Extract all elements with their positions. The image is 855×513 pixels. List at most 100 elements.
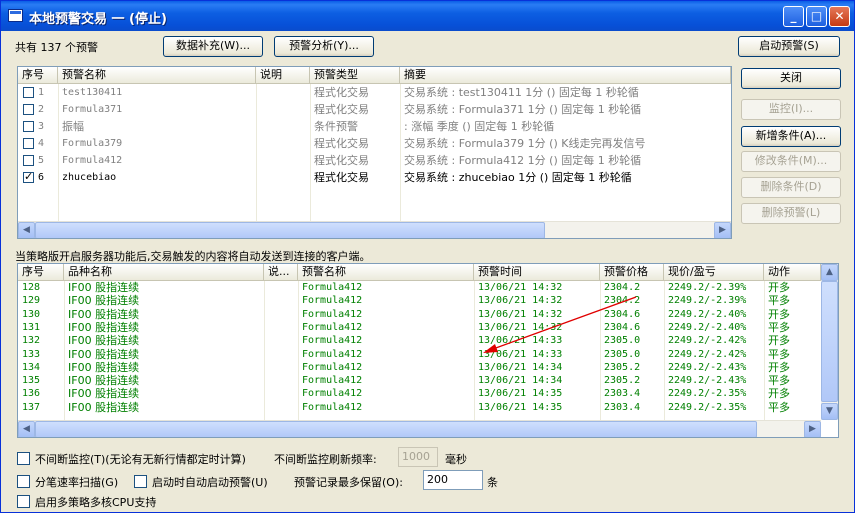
signal-cell-no: 136 (22, 388, 41, 400)
col-header-action[interactable]: 动作 (764, 264, 821, 281)
add-condition-button[interactable]: 新增条件(A)... (741, 126, 841, 147)
maximize-button[interactable]: □ (806, 6, 827, 27)
scroll-right-icon[interactable]: ▶ (714, 222, 731, 238)
scroll-down-icon[interactable]: ▼ (821, 403, 838, 420)
col-header-note[interactable]: 说... (264, 264, 298, 281)
close-button[interactable]: 关闭 (741, 68, 841, 89)
auto-start-label: 启动时自动启动预警(U) (152, 476, 268, 489)
alert-enable-checkbox[interactable] (23, 138, 34, 149)
col-header-alert-name[interactable]: 预警名称 (298, 264, 474, 281)
multicore-checkbox[interactable] (17, 495, 30, 508)
close-window-button[interactable]: ✕ (829, 6, 850, 27)
scroll-right-icon[interactable]: ▶ (804, 421, 821, 437)
scroll-thumb[interactable] (35, 421, 757, 437)
alert-analysis-button[interactable]: 预警分析(Y)... (274, 36, 374, 57)
alert-list[interactable]: 序号 预警名称 说明 预警类型 摘要 1 test130411 程式化交易 交易系统 … (17, 66, 732, 239)
alert-cell-name: Formula379 (62, 138, 123, 149)
signal-list-hscrollbar[interactable]: ◀ ▶ (18, 420, 821, 437)
alert-row[interactable]: 5 Formula412 程式化交易 交易系统 : Formula412 1分 () … (18, 152, 731, 169)
refresh-rate-input[interactable]: 1000 (398, 447, 438, 467)
signal-row[interactable]: 129 IF00 股指连续 Formula412 13/06/21 14:32 2304… (18, 294, 821, 307)
alert-enable-checkbox[interactable] (23, 155, 34, 166)
signal-list-header: 序号 品种名称 说... 预警名称 预警时间 预警价格 现价/盈亏 动作 (18, 264, 821, 281)
alert-cell-type: 程式化交易 (314, 171, 369, 184)
alert-cell-name: test130411 (62, 87, 123, 98)
scroll-thumb[interactable] (35, 222, 545, 238)
signal-cell-pnl: 2249.2/-2.39% (668, 282, 747, 293)
alert-cell-name: 振幅 (62, 120, 84, 133)
signal-cell-pnl: 2249.2/-2.35% (668, 388, 747, 400)
auto-start-checkbox[interactable] (134, 475, 147, 488)
window-title: 本地预警交易 一 (停止) (29, 12, 167, 27)
start-alert-button[interactable]: 启动预警(S) (738, 36, 840, 57)
alert-row[interactable]: 3 振幅 条件预警 : 涨幅 季度 () 固定每 1 秒轮循 (18, 118, 731, 135)
col-header-pnl[interactable]: 现价/盈亏 (664, 264, 764, 281)
alert-cell-summary: 交易系统 : Formula371 1分 () 固定每 1 秒轮循 (404, 103, 642, 116)
signal-row[interactable]: 132 IF00 股指连续 Formula412 13/06/21 14:33 2305… (18, 334, 821, 347)
signal-cell-action: 平多 (768, 294, 790, 308)
col-header-desc[interactable]: 说明 (256, 67, 310, 84)
signal-cell-alert: Formula412 (302, 375, 363, 387)
alert-cell-summary: 交易系统 : zhucebiao 1分 () 固定每 1 秒轮循 (404, 171, 632, 184)
signal-list-vscrollbar[interactable]: ▲ ▼ (821, 264, 838, 420)
signal-list[interactable]: 序号 品种名称 说... 预警名称 预警时间 预警价格 现价/盈亏 动作 128… (17, 263, 839, 438)
alert-row[interactable]: 1 test130411 程式化交易 交易系统 : test130411 1分 () … (18, 84, 731, 101)
data-supplement-button[interactable]: 数据补充(W)... (163, 36, 263, 57)
col-header-alert-time[interactable]: 预警时间 (474, 264, 600, 281)
alert-cell-no: 4 (38, 138, 45, 149)
col-header-no[interactable]: 序号 (18, 67, 58, 84)
continuous-monitor-checkbox[interactable] (17, 452, 30, 465)
signal-cell-alert: Formula412 (302, 282, 363, 293)
scroll-left-icon[interactable]: ◀ (18, 222, 35, 238)
scroll-thumb[interactable] (821, 281, 838, 402)
col-header-alert-price[interactable]: 预警价格 (600, 264, 664, 281)
signal-cell-product: IF00 股指连续 (68, 400, 140, 414)
alert-enable-checkbox[interactable] (23, 170, 34, 183)
signal-cell-product: IF00 股指连续 (68, 334, 140, 348)
alert-cell-no: 1 (38, 87, 45, 98)
alert-enable-checkbox[interactable] (23, 104, 34, 115)
alert-row[interactable]: 2 Formula371 程式化交易 交易系统 : Formula371 1分 () … (18, 101, 731, 118)
signal-cell-alert: Formula412 (302, 321, 363, 333)
minimize-button[interactable]: _ (783, 6, 804, 27)
signal-cell-pnl: 2249.2/-2.39% (668, 295, 747, 307)
alert-cell-desc (256, 169, 310, 186)
col-header-no[interactable]: 序号 (18, 264, 64, 281)
signal-cell-product: IF00 股指连续 (68, 347, 140, 361)
signal-row[interactable]: 131 IF00 股指连续 Formula412 13/06/21 14:32 2304… (18, 321, 821, 334)
max-records-input[interactable]: 200 (423, 470, 483, 490)
split-scan-checkbox[interactable] (17, 475, 30, 488)
signal-row[interactable]: 128 IF00 股指连续 Formula412 13/06/21 14:32 2304… (18, 281, 821, 294)
col-header-name[interactable]: 预警名称 (58, 67, 256, 84)
signal-cell-action: 开多 (768, 334, 790, 348)
delete-condition-button[interactable]: 删除条件(D) (741, 177, 841, 198)
alert-row[interactable]: 6 zhucebiao 程式化交易 交易系统 : zhucebiao 1分 () 固定… (18, 169, 731, 186)
signal-row[interactable]: 130 IF00 股指连续 Formula412 13/06/21 14:32 2304… (18, 308, 821, 321)
alert-cell-summary: 交易系统 : Formula379 1分 () K线走完再发信号 (404, 137, 646, 150)
scroll-up-icon[interactable]: ▲ (821, 264, 838, 281)
edit-condition-button[interactable]: 修改条件(M)... (741, 151, 841, 172)
col-header-product[interactable]: 品种名称 (64, 264, 264, 281)
signal-cell-action: 开多 (768, 387, 790, 401)
delete-alert-button[interactable]: 删除预警(L) (741, 203, 841, 224)
alert-cell-type: 程式化交易 (314, 137, 369, 150)
signal-row[interactable]: 133 IF00 股指连续 Formula412 13/06/21 14:33 2305… (18, 348, 821, 361)
signal-row[interactable]: 135 IF00 股指连续 Formula412 13/06/21 14:34 2305… (18, 374, 821, 387)
alert-enable-checkbox[interactable] (23, 87, 34, 98)
alert-cell-name: Formula412 (62, 155, 123, 166)
signal-cell-time: 13/06/21 14:35 (478, 388, 563, 400)
signal-cell-no: 137 (22, 401, 41, 413)
col-header-type[interactable]: 预警类型 (310, 67, 400, 84)
signal-cell-no: 131 (22, 321, 41, 333)
signal-row[interactable]: 134 IF00 股指连续 Formula412 13/06/21 14:34 2305… (18, 361, 821, 374)
signal-row[interactable]: 137 IF00 股指连续 Formula412 13/06/21 14:35 2303… (18, 401, 821, 414)
scroll-left-icon[interactable]: ◀ (18, 421, 35, 437)
monitor-button[interactable]: 监控(I)... (741, 99, 841, 120)
alert-enable-checkbox[interactable] (23, 121, 34, 132)
title-bar[interactable]: 本地预警交易 一 (停止) _ □ ✕ (1, 1, 854, 31)
alert-row[interactable]: 4 Formula379 程式化交易 交易系统 : Formula379 1分 () … (18, 135, 731, 152)
signal-row[interactable]: 136 IF00 股指连续 Formula412 13/06/21 14:35 2303… (18, 387, 821, 400)
app-window-icon (8, 9, 23, 22)
alert-list-hscrollbar[interactable]: ◀ ▶ (18, 221, 731, 238)
col-header-summary[interactable]: 摘要 (400, 67, 731, 84)
